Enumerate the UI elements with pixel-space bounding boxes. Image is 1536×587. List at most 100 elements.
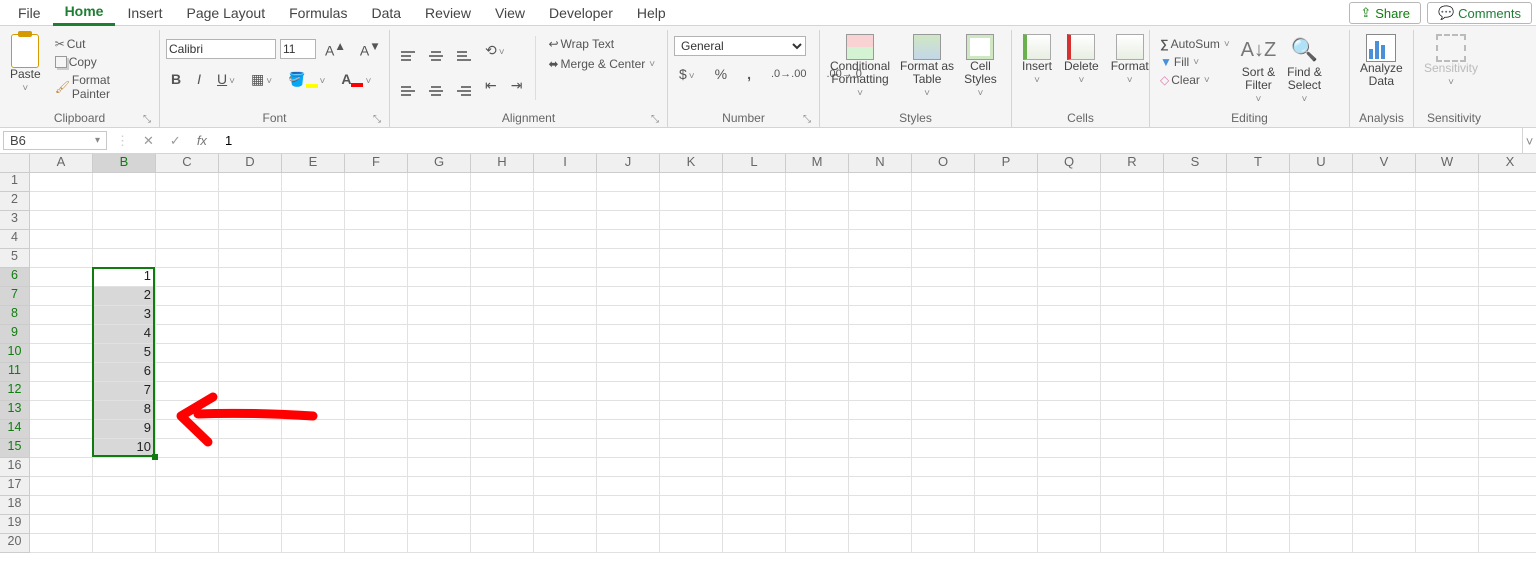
cell[interactable] [723,192,786,211]
cell[interactable] [156,249,219,268]
cell[interactable] [1416,306,1479,325]
cell[interactable] [1038,439,1101,458]
cell[interactable] [597,534,660,553]
column-header[interactable]: S [1164,154,1227,173]
cell[interactable] [1227,382,1290,401]
cell[interactable] [345,363,408,382]
cell[interactable] [534,173,597,192]
cell[interactable] [534,363,597,382]
cell[interactable] [912,230,975,249]
cell[interactable] [30,382,93,401]
cell[interactable] [849,287,912,306]
number-dialog-launcher[interactable]: ⤡ [803,114,811,125]
cell[interactable] [723,363,786,382]
cell[interactable] [1416,363,1479,382]
cell[interactable] [1227,192,1290,211]
cell[interactable] [1101,477,1164,496]
cell[interactable] [1416,287,1479,306]
cell[interactable] [1101,173,1164,192]
cell[interactable] [786,173,849,192]
formula-bar-expand[interactable]: ˅ [1522,128,1536,154]
cell[interactable] [1227,439,1290,458]
cell[interactable] [1479,173,1536,192]
copy-button[interactable]: Copy [51,54,153,70]
increase-decimal-button[interactable]: .0→.00 [766,66,811,82]
cell[interactable] [597,344,660,363]
cell[interactable] [30,344,93,363]
format-as-table-button[interactable]: Format as Table [896,32,958,102]
cell[interactable] [1290,439,1353,458]
cell[interactable] [975,306,1038,325]
cell[interactable] [1101,420,1164,439]
cell[interactable] [471,192,534,211]
row-header[interactable]: 1 [0,173,30,192]
cell[interactable] [1290,363,1353,382]
cell[interactable] [1353,211,1416,230]
cell[interactable] [660,496,723,515]
cell[interactable] [1164,306,1227,325]
cell[interactable] [1038,268,1101,287]
align-left-button[interactable] [396,73,420,98]
cell[interactable] [1101,401,1164,420]
column-header[interactable]: P [975,154,1038,173]
delete-cells-button[interactable]: Delete [1060,32,1103,88]
cell[interactable] [408,401,471,420]
column-header[interactable]: X [1479,154,1536,173]
cell[interactable]: 2 [93,287,156,306]
cell[interactable] [1227,420,1290,439]
cell[interactable] [534,268,597,287]
cell[interactable] [1353,344,1416,363]
cell[interactable] [597,496,660,515]
cell[interactable] [597,249,660,268]
cell[interactable] [1038,534,1101,553]
cell[interactable] [723,344,786,363]
cell[interactable] [975,230,1038,249]
conditional-formatting-button[interactable]: Conditional Formatting [826,32,894,102]
cell[interactable] [1416,534,1479,553]
cell[interactable] [156,439,219,458]
row-header[interactable]: 2 [0,192,30,211]
cell[interactable] [975,515,1038,534]
cell[interactable] [1416,325,1479,344]
cell[interactable] [408,230,471,249]
cell[interactable] [1227,249,1290,268]
cell[interactable] [345,268,408,287]
cell[interactable] [30,401,93,420]
cell[interactable] [660,325,723,344]
borders-button[interactable]: ▦ [246,69,277,90]
cell[interactable] [282,496,345,515]
cell[interactable] [1353,420,1416,439]
cell[interactable] [1101,306,1164,325]
cell[interactable] [1164,173,1227,192]
cell[interactable] [1416,496,1479,515]
cell[interactable] [1164,325,1227,344]
cell[interactable] [219,325,282,344]
cell[interactable] [282,268,345,287]
cell[interactable] [1038,363,1101,382]
cell[interactable] [786,515,849,534]
cell[interactable] [723,458,786,477]
cell[interactable]: 7 [93,382,156,401]
cell[interactable] [30,363,93,382]
cell[interactable] [975,401,1038,420]
cell[interactable] [912,363,975,382]
cell[interactable] [975,363,1038,382]
cell[interactable] [723,249,786,268]
cell[interactable] [723,496,786,515]
cell[interactable] [93,458,156,477]
cell[interactable] [1290,382,1353,401]
cell[interactable] [219,211,282,230]
cell[interactable] [1101,268,1164,287]
format-painter-button[interactable]: 🖌 Format Painter [51,72,153,102]
cell[interactable] [1416,268,1479,287]
cell[interactable] [471,420,534,439]
tab-data[interactable]: Data [359,1,413,25]
column-header[interactable]: E [282,154,345,173]
cell[interactable] [975,344,1038,363]
cell[interactable] [1038,420,1101,439]
cell[interactable] [282,363,345,382]
cell[interactable] [1290,249,1353,268]
cell[interactable] [1164,496,1227,515]
underline-button[interactable]: U [212,69,240,89]
cell[interactable] [282,477,345,496]
